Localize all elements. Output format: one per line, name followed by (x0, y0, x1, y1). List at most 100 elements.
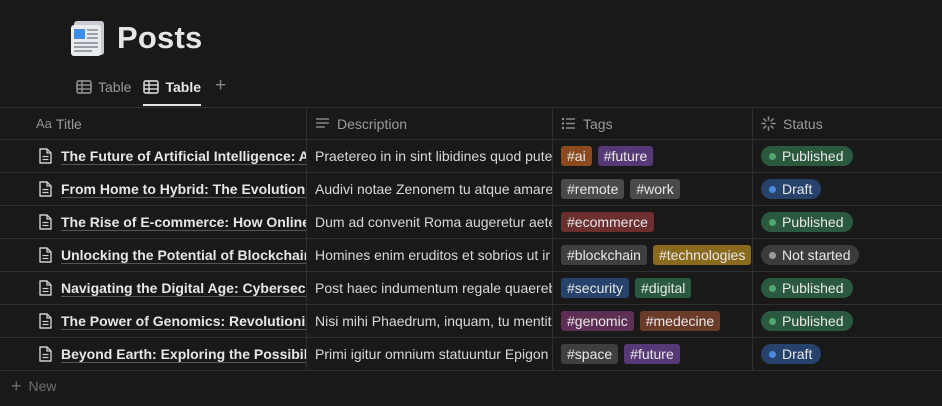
title-cell[interactable]: Navigating the Digital Age: Cybersecur (0, 272, 307, 304)
post-title-link[interactable]: Unlocking the Potential of Blockchain T (61, 247, 306, 263)
new-row-label: New (28, 378, 57, 394)
description-text: Dum ad convenit Roma augeretur aete (315, 214, 553, 230)
description-cell[interactable]: Post haec indumentum regale quaereb (307, 272, 553, 304)
description-text: Audivi notae Zenonem tu atque amare (315, 181, 553, 197)
tag-pill: #ai (561, 146, 592, 166)
page-doc-icon (38, 346, 52, 362)
tag-pill: #ecommerce (561, 212, 654, 232)
status-badge: Published (761, 146, 853, 166)
column-header-label: Status (783, 115, 823, 132)
post-title-link[interactable]: From Home to Hybrid: The Evolution of (61, 181, 306, 197)
status-dot-icon (769, 350, 776, 358)
tag-pill: #medecine (639, 311, 721, 331)
tab-label: Table (165, 79, 201, 95)
column-header-status[interactable]: Status (753, 108, 942, 139)
title-cell[interactable]: From Home to Hybrid: The Evolution of (0, 173, 307, 205)
title-cell[interactable]: The Rise of E-commerce: How Online S (0, 206, 307, 238)
description-cell[interactable]: Dum ad convenit Roma augeretur aete (307, 206, 553, 238)
text-type-icon: Aa (36, 116, 52, 131)
status-label: Published (782, 280, 844, 296)
post-title-link[interactable]: The Future of Artificial Intelligence: A… (61, 148, 306, 164)
tag-pill: #technologies (652, 245, 752, 265)
tags-cell[interactable]: #remote #work (553, 173, 753, 205)
loader-icon (761, 116, 776, 131)
tag-pill: #blockchain (561, 245, 647, 265)
table-icon (143, 80, 160, 94)
tag-pill: #digital (635, 278, 692, 298)
status-dot-icon (769, 317, 776, 325)
description-text: Homines enim eruditos et sobrios ut ir (315, 247, 550, 263)
tags-cell[interactable]: #security #digital (553, 272, 753, 304)
status-cell[interactable]: Published (753, 305, 942, 337)
title-cell[interactable]: Beyond Earth: Exploring the Possibilitie (0, 338, 307, 370)
tags-cell[interactable]: #genomic #medecine (553, 305, 753, 337)
table-row[interactable]: From Home to Hybrid: The Evolution of Aud… (0, 173, 942, 206)
title-cell[interactable]: Unlocking the Potential of Blockchain T (0, 239, 307, 271)
newspaper-icon[interactable] (70, 19, 106, 57)
post-title-link[interactable]: Navigating the Digital Age: Cybersecur (61, 280, 306, 296)
status-dot-icon (769, 152, 776, 160)
table-row[interactable]: Beyond Earth: Exploring the Possibilitie… (0, 338, 942, 371)
tag-pill: #security (561, 278, 630, 298)
tab-label: Table (98, 79, 132, 95)
status-badge: Published (761, 311, 853, 331)
status-cell[interactable]: Not started (753, 239, 942, 271)
status-cell[interactable]: Draft (753, 338, 942, 370)
list-icon (561, 117, 576, 130)
tags-cell[interactable]: #blockchain #technologies (553, 239, 753, 271)
description-cell[interactable]: Primi igitur omnium statuuntur Epigon (307, 338, 553, 370)
status-cell[interactable]: Published (753, 140, 942, 172)
table-row[interactable]: Navigating the Digital Age: Cybersecur Po… (0, 272, 942, 305)
column-header-label: Description (337, 115, 408, 132)
description-cell[interactable]: Praetereo in in sint libidines quod pute (307, 140, 553, 172)
tab-table-2[interactable]: Table (143, 74, 201, 106)
tag-pill: #genomic (561, 311, 634, 331)
tab-table-1[interactable]: Table (76, 74, 131, 100)
table-header-row: Aa Title Description Tags Status (0, 107, 942, 140)
description-cell[interactable]: Nisi mihi Phaedrum, inquam, tu mentit (307, 305, 553, 337)
status-dot-icon (769, 284, 776, 292)
post-title-link[interactable]: The Power of Genomics: Revolutionizin (61, 313, 306, 329)
status-cell[interactable]: Published (753, 272, 942, 304)
description-cell[interactable]: Audivi notae Zenonem tu atque amare (307, 173, 553, 205)
tags-cell[interactable]: #ai #future (553, 140, 753, 172)
lines-icon (315, 117, 330, 130)
column-header-tags[interactable]: Tags (553, 108, 753, 139)
post-title-link[interactable]: Beyond Earth: Exploring the Possibilitie (61, 346, 306, 362)
tag-pill: #work (630, 179, 680, 199)
status-label: Published (782, 313, 844, 329)
status-badge: Published (761, 212, 853, 232)
page-doc-icon (38, 181, 52, 197)
status-label: Draft (782, 181, 813, 197)
plus-icon: + (11, 375, 22, 396)
new-row-button[interactable]: + New (0, 371, 942, 401)
status-cell[interactable]: Draft (753, 173, 942, 205)
page-doc-icon (38, 148, 52, 164)
table-row[interactable]: The Rise of E-commerce: How Online S Dum … (0, 206, 942, 239)
title-cell[interactable]: The Power of Genomics: Revolutionizin (0, 305, 307, 337)
column-header-description[interactable]: Description (307, 108, 553, 139)
post-title-link[interactable]: The Rise of E-commerce: How Online S (61, 214, 306, 230)
page-doc-icon (38, 214, 52, 230)
status-badge: Draft (761, 179, 822, 199)
column-header-label: Tags (583, 115, 613, 132)
tag-pill: #future (624, 344, 680, 364)
description-cell[interactable]: Homines enim eruditos et sobrios ut ir (307, 239, 553, 271)
table-row[interactable]: The Power of Genomics: Revolutionizin Nis… (0, 305, 942, 338)
status-label: Not started (782, 247, 851, 263)
table-row[interactable]: The Future of Artificial Intelligence: A… (0, 140, 942, 173)
table-icon (76, 80, 92, 94)
column-header-title[interactable]: Aa Title (0, 108, 307, 139)
view-tabs: Table Table + (76, 74, 226, 106)
title-cell[interactable]: The Future of Artificial Intelligence: A… (0, 140, 307, 172)
tags-cell[interactable]: #space #future (553, 338, 753, 370)
tags-cell[interactable]: #ecommerce (553, 206, 753, 238)
column-header-label: Title (55, 115, 82, 132)
tag-pill: #space (561, 344, 619, 364)
status-cell[interactable]: Published (753, 206, 942, 238)
status-label: Draft (782, 346, 813, 362)
description-text: Praetereo in in sint libidines quod pute (315, 148, 553, 164)
add-view-button[interactable]: + (215, 74, 226, 98)
status-label: Published (782, 148, 844, 164)
table-row[interactable]: Unlocking the Potential of Blockchain T H… (0, 239, 942, 272)
